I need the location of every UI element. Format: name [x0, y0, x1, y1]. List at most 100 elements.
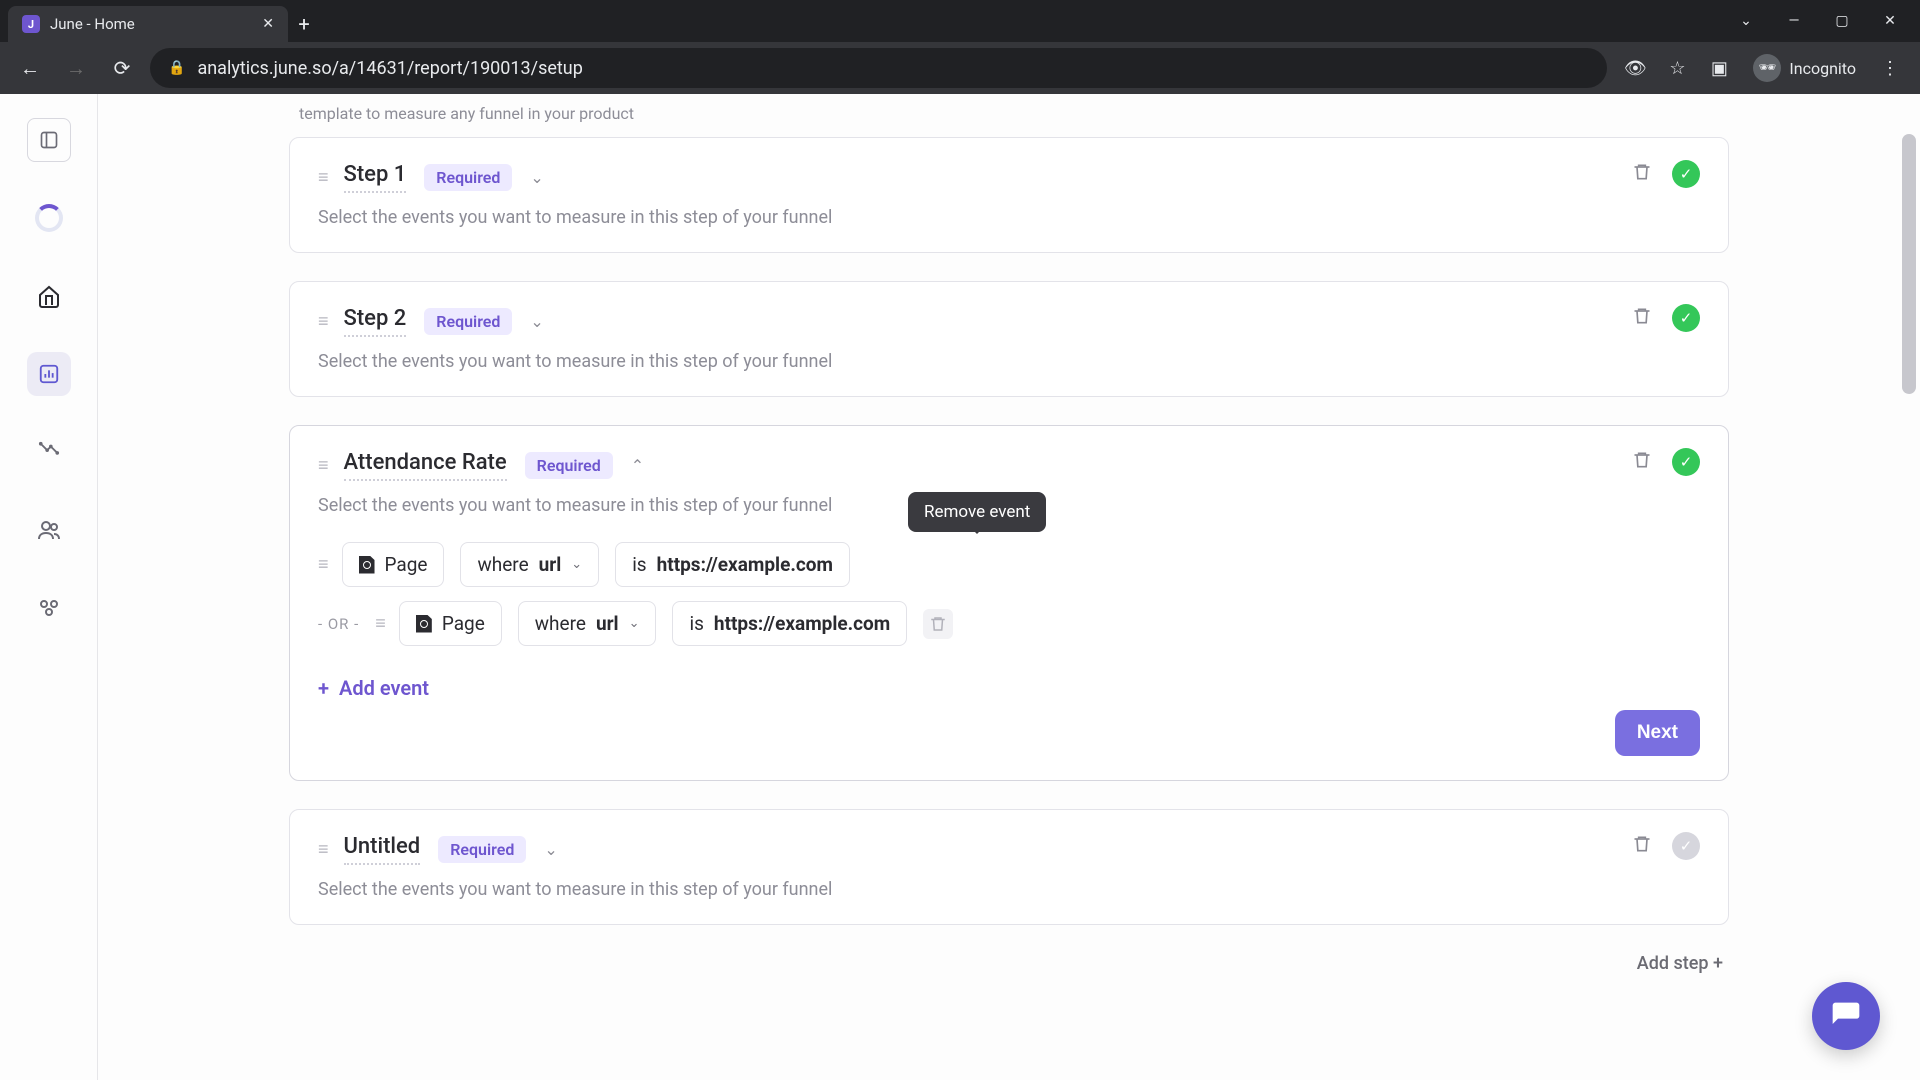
eye-off-icon[interactable]: 👁 — [1617, 50, 1653, 86]
plus-icon: + — [318, 676, 329, 700]
where-label: where — [535, 612, 586, 635]
drag-handle-icon[interactable]: ≡ — [318, 455, 326, 476]
reload-button[interactable]: ⟳ — [104, 50, 140, 86]
reports-icon[interactable] — [27, 352, 71, 396]
back-button[interactable]: ← — [12, 50, 48, 86]
step-title[interactable]: Step 1 — [344, 162, 407, 193]
step-card: ≡ Step 2 Required ⌄ ✓ Select the events … — [289, 281, 1729, 397]
lock-icon: 🔒 — [168, 60, 185, 76]
new-tab-button[interactable]: + — [288, 6, 320, 42]
or-label: - OR - — [318, 615, 359, 633]
chevron-down-icon: ⌄ — [571, 557, 582, 572]
users-icon[interactable] — [27, 508, 71, 552]
page-icon — [416, 615, 432, 633]
event-row: - OR - ≡ Page where url ⌄ is — [318, 601, 1700, 646]
add-event-button[interactable]: + Add event — [318, 676, 1700, 700]
required-chip: Required — [424, 308, 512, 335]
delete-step-icon[interactable] — [1632, 833, 1652, 860]
kebab-menu-icon[interactable]: ⋮ — [1872, 50, 1908, 86]
window-close-icon[interactable]: ✕ — [1870, 13, 1910, 29]
url-text: analytics.june.so/a/14631/report/190013/… — [197, 58, 582, 79]
chat-widget-button[interactable] — [1812, 982, 1880, 1050]
step-description: Select the events you want to measure in… — [318, 879, 1700, 900]
step-pending-icon: ✓ — [1672, 832, 1700, 860]
incognito-chip: 🕶 Incognito — [1743, 50, 1866, 86]
event-type-select[interactable]: Page — [342, 542, 445, 587]
content-area: template to measure any funnel in your p… — [98, 94, 1920, 1080]
bookmark-icon[interactable]: ☆ — [1659, 50, 1695, 86]
step-card-expanded: ≡ Attendance Rate Required ⌃ ✓ Select th… — [289, 425, 1729, 781]
home-icon[interactable] — [27, 274, 71, 318]
scrollbar-thumb[interactable] — [1902, 134, 1916, 394]
step-title[interactable]: Attendance Rate — [344, 450, 507, 481]
step-title[interactable]: Step 2 — [344, 306, 407, 337]
chevron-down-icon[interactable]: ⌄ — [530, 312, 543, 331]
required-chip: Required — [525, 452, 613, 479]
incognito-icon: 🕶 — [1753, 54, 1781, 82]
remove-event-tooltip: Remove event — [908, 492, 1046, 532]
scrollbar[interactable] — [1900, 94, 1918, 1080]
event-type-label: Page — [385, 553, 428, 576]
delete-step-icon[interactable] — [1632, 305, 1652, 332]
window-minimize-icon[interactable]: ― — [1774, 13, 1814, 29]
drag-handle-icon[interactable]: ≡ — [318, 167, 326, 188]
incognito-label: Incognito — [1789, 59, 1856, 78]
drag-handle-icon[interactable]: ≡ — [318, 839, 326, 860]
chevron-down-icon: ⌄ — [629, 616, 640, 631]
loading-spinner-icon — [27, 196, 71, 240]
forward-button[interactable]: → — [58, 50, 94, 86]
toggle-panel-icon[interactable] — [27, 118, 71, 162]
operator-label: is — [632, 553, 646, 576]
step-card: ≡ Untitled Required ⌄ ✓ Select the event… — [289, 809, 1729, 925]
plus-icon: + — [1713, 953, 1723, 974]
left-rail — [0, 94, 98, 1080]
step-description: Select the events you want to measure in… — [318, 207, 1700, 228]
page-subheading: template to measure any funnel in your p… — [299, 104, 1729, 123]
event-value-chip[interactable]: is https://example.com — [672, 601, 907, 646]
url-input[interactable]: 🔒 analytics.june.so/a/14631/report/19001… — [150, 48, 1607, 88]
step-complete-icon: ✓ — [1672, 448, 1700, 476]
delete-step-icon[interactable] — [1632, 161, 1652, 188]
step-complete-icon: ✓ — [1672, 304, 1700, 332]
delete-step-icon[interactable] — [1632, 449, 1652, 476]
remove-event-button[interactable] — [923, 609, 953, 639]
step-description: Select the events you want to measure in… — [318, 351, 1700, 372]
property-label: url — [596, 612, 619, 635]
tab-favicon-icon: J — [22, 15, 40, 33]
required-chip: Required — [424, 164, 512, 191]
event-row: ≡ Page where url ⌄ is https://exampl — [318, 542, 1700, 587]
address-bar: ← → ⟳ 🔒 analytics.june.so/a/14631/report… — [0, 42, 1920, 94]
tab-close-icon[interactable]: ✕ — [262, 16, 274, 32]
page-icon — [359, 556, 375, 574]
insights-icon[interactable] — [27, 430, 71, 474]
where-label: where — [477, 553, 528, 576]
property-label: url — [539, 553, 562, 576]
event-property-select[interactable]: where url ⌄ — [460, 542, 599, 587]
step-complete-icon: ✓ — [1672, 160, 1700, 188]
step-title[interactable]: Untitled — [344, 834, 421, 865]
chevron-down-icon[interactable]: ⌄ — [544, 840, 557, 859]
tab-dropdown-icon[interactable]: ⌄ — [1726, 13, 1766, 29]
chevron-up-icon[interactable]: ⌃ — [631, 456, 644, 475]
chevron-down-icon[interactable]: ⌄ — [530, 168, 543, 187]
event-type-select[interactable]: Page — [399, 601, 502, 646]
groups-icon[interactable] — [27, 586, 71, 630]
window-maximize-icon[interactable]: ▢ — [1822, 13, 1862, 29]
browser-tab[interactable]: J June - Home ✕ — [8, 6, 288, 42]
drag-handle-icon[interactable]: ≡ — [375, 613, 383, 634]
drag-handle-icon[interactable]: ≡ — [318, 311, 326, 332]
install-icon[interactable]: ▣ — [1701, 50, 1737, 86]
events-list: ≡ Page where url ⌄ is https://exampl — [318, 542, 1700, 646]
add-step-button[interactable]: Add step + — [289, 953, 1729, 974]
event-type-label: Page — [442, 612, 485, 635]
event-value-chip[interactable]: is https://example.com — [615, 542, 850, 587]
event-property-select[interactable]: where url ⌄ — [518, 601, 657, 646]
window-controls: ⌄ ― ▢ ✕ — [1716, 0, 1920, 42]
next-button[interactable]: Next — [1615, 710, 1700, 756]
tab-title: June - Home — [50, 15, 135, 33]
drag-handle-icon[interactable]: ≡ — [318, 554, 326, 575]
browser-chrome: J June - Home ✕ + ⌄ ― ▢ ✕ ← → ⟳ 🔒 analyt… — [0, 0, 1920, 94]
add-step-label: Add step — [1637, 953, 1709, 974]
app-area: template to measure any funnel in your p… — [0, 94, 1920, 1080]
add-event-label: Add event — [339, 676, 429, 700]
